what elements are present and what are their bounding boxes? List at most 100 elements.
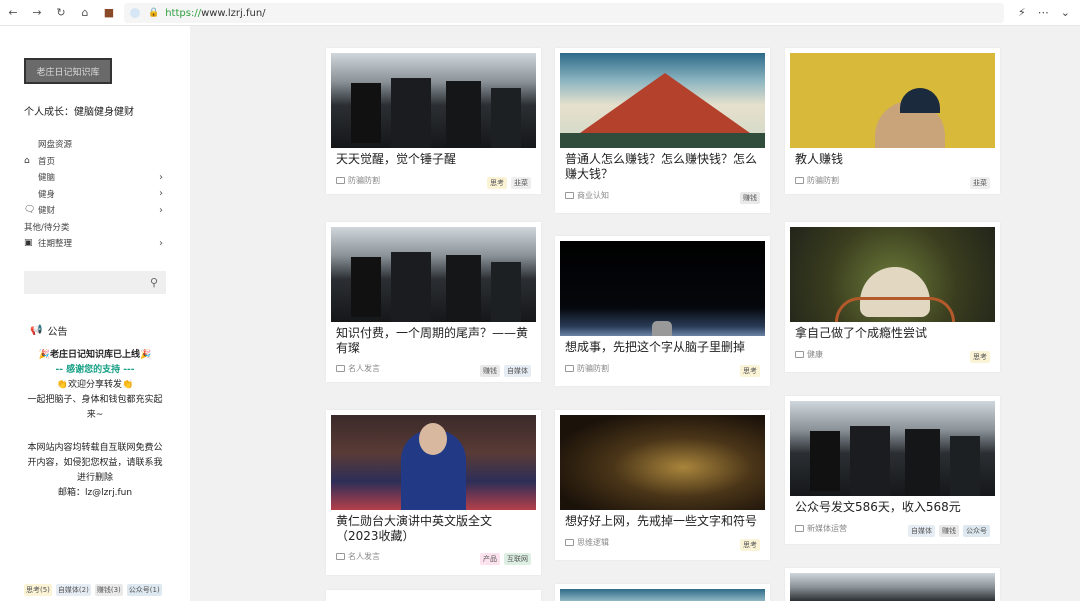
- article-card[interactable]: 黄仁勋台大演讲中英文版全文（2023收藏） 名人发言 产品 互联网: [326, 410, 541, 575]
- tag-badge[interactable]: 赚钱: [480, 365, 500, 377]
- notice-title: 公告: [47, 327, 68, 338]
- sidebar-item-wealth[interactable]: 🗨 健财 ›: [24, 202, 169, 219]
- article-title[interactable]: 知识付费，一个周期的尾声？——黄有璨: [336, 326, 531, 356]
- tag-badge[interactable]: 互联网: [504, 553, 531, 565]
- article-category[interactable]: 新媒体运营: [795, 523, 847, 534]
- article-title[interactable]: 想好好上网，先戒掉一些文字和符号: [565, 514, 760, 529]
- tag-badge[interactable]: 思考: [740, 365, 760, 377]
- more-icon[interactable]: ⋯: [1038, 6, 1049, 19]
- sidebar-item-home[interactable]: ⌂ 首页: [24, 153, 169, 170]
- article-title[interactable]: 公众号发文586天，收入568元: [795, 500, 990, 515]
- tag-link[interactable]: 公众号(1): [126, 584, 162, 596]
- article-category[interactable]: 名人发言: [336, 551, 380, 562]
- tag-badge[interactable]: 自媒体: [908, 525, 935, 537]
- article-card[interactable]: 天天觉醒，觉个锤子醒 防骗防割 思考 韭菜: [326, 48, 541, 194]
- forward-icon[interactable]: →: [30, 6, 44, 20]
- lock-icon: 🔒: [148, 8, 160, 18]
- tag-badge[interactable]: 产品: [480, 553, 500, 565]
- article-category[interactable]: 商业认知: [565, 190, 609, 201]
- article-card-partial[interactable]: [555, 584, 770, 601]
- article-category[interactable]: 防骗防割: [336, 175, 380, 186]
- article-card[interactable]: 拿自己做了个成瘾性尝试 健康 思考: [785, 222, 1000, 372]
- sidebar-item-body[interactable]: 健身 ›: [24, 186, 169, 203]
- tag-badge[interactable]: 思考: [487, 177, 507, 189]
- red-fuji-painting-image[interactable]: [560, 53, 765, 148]
- article-card[interactable]: 知识付费，一个周期的尾声？——黄有璨 名人发言 赚钱 自媒体: [326, 222, 541, 382]
- sidebar-item-label: 网盘资源: [38, 140, 73, 151]
- article-card[interactable]: 想好好上网，先戒掉一些文字和符号 思维逻辑 思考: [555, 410, 770, 560]
- chevron-right-icon: ›: [159, 204, 163, 216]
- article-card-partial[interactable]: [326, 590, 541, 601]
- portrait-painting-image[interactable]: [790, 53, 995, 148]
- article-card[interactable]: 普通人怎么赚钱？怎么赚快钱？怎么赚大钱？ 商业认知 赚钱: [555, 48, 770, 213]
- tag-badge[interactable]: 赚钱: [939, 525, 959, 537]
- article-title[interactable]: 拿自己做了个成瘾性尝试: [795, 326, 990, 341]
- article-title[interactable]: 想成事，先把这个字从脑子里删掉: [565, 340, 760, 355]
- article-title[interactable]: 黄仁勋台大演讲中英文版全文（2023收藏）: [336, 514, 531, 544]
- briefcase-icon[interactable]: ■: [102, 6, 116, 20]
- article-badges: 韭菜: [970, 177, 990, 189]
- tag-badge[interactable]: 思考: [970, 351, 990, 363]
- article-badges: 思考: [740, 539, 760, 551]
- server-rack-image[interactable]: [790, 401, 995, 496]
- sidebar-item-cloud[interactable]: 网盘资源: [24, 136, 169, 153]
- server-rack-image[interactable]: [331, 227, 536, 322]
- server-rack-image[interactable]: [331, 53, 536, 148]
- site-favicon-icon: [130, 8, 140, 18]
- tag-link[interactable]: 思考(5): [24, 584, 52, 596]
- notice-header: 📢 公告: [30, 323, 67, 338]
- sidebar-item-other[interactable]: 其他/待分类: [24, 219, 169, 236]
- reload-icon[interactable]: ↻: [54, 6, 68, 20]
- tag-badge[interactable]: 思考: [740, 539, 760, 551]
- sidebar-item-label: 健身: [38, 189, 56, 200]
- article-title[interactable]: 天天觉醒，觉个锤子醒: [336, 152, 531, 167]
- back-icon[interactable]: ←: [6, 6, 20, 20]
- category-label: 防骗防割: [577, 364, 609, 373]
- article-category[interactable]: 名人发言: [336, 363, 380, 374]
- sidebar-item-label: 首页: [38, 156, 56, 167]
- tag-badge[interactable]: 赚钱: [740, 192, 760, 204]
- article-badges: 自媒体 赚钱 公众号: [908, 525, 990, 537]
- site-logo-button[interactable]: 老庄日记知识库: [24, 58, 112, 84]
- article-category[interactable]: 思维逻辑: [565, 537, 609, 548]
- unicorn-tapestry-image[interactable]: [790, 227, 995, 322]
- sidebar-item-archive[interactable]: ▣ 往期整理 ›: [24, 235, 169, 252]
- tag-link[interactable]: 赚钱(3): [94, 584, 123, 596]
- sidebar-item-brain[interactable]: 健脑 ›: [24, 169, 169, 186]
- chevron-down-icon[interactable]: ⌄: [1061, 6, 1070, 19]
- tag-badge[interactable]: 公众号: [963, 525, 990, 537]
- article-title[interactable]: 普通人怎么赚钱？怎么赚快钱？怎么赚大钱？: [565, 152, 760, 182]
- ceremony-photo-image[interactable]: [331, 415, 536, 510]
- sidebar-item-label: 其他/待分类: [24, 222, 70, 233]
- article-badges: 产品 互联网: [480, 553, 531, 565]
- search-icon[interactable]: ⚲: [150, 276, 158, 289]
- folder-icon: [565, 539, 574, 546]
- article-category[interactable]: 防骗防割: [565, 363, 609, 374]
- folder-icon: [565, 365, 574, 372]
- sidebar-item-label: 往期整理: [38, 239, 73, 250]
- notice-line: 👏欢迎分享转发👏: [56, 380, 134, 390]
- article-badges: 赚钱 自媒体: [480, 365, 531, 377]
- tag-badge[interactable]: 韭菜: [511, 177, 531, 189]
- article-card-partial[interactable]: [785, 568, 1000, 601]
- article-card[interactable]: 公众号发文586天，收入568元 新媒体运营 自媒体 赚钱 公众号: [785, 396, 1000, 544]
- night-watch-painting-image[interactable]: [560, 415, 765, 510]
- address-bar[interactable]: 🔒 https://www.lzrj.fun/: [124, 3, 1004, 23]
- url-host: www.lzrj.fun/: [201, 7, 266, 19]
- notice-line: 一起把脑子、身体和钱包都充实起来~: [27, 395, 163, 420]
- tag-badge[interactable]: 韭菜: [970, 177, 990, 189]
- article-card[interactable]: 教人赚钱 防骗防割 韭菜: [785, 48, 1000, 194]
- chat-icon: 🗨: [24, 205, 36, 216]
- article-category[interactable]: 健康: [795, 349, 823, 360]
- tag-badge[interactable]: 自媒体: [504, 365, 531, 377]
- article-title[interactable]: 教人赚钱: [795, 152, 990, 167]
- home-icon[interactable]: ⌂: [78, 6, 92, 20]
- lightning-icon[interactable]: ⚡: [1018, 6, 1026, 19]
- astronaut-space-image[interactable]: [560, 241, 765, 336]
- chevron-right-icon: ›: [159, 237, 163, 249]
- tag-link[interactable]: 自媒体(2): [55, 584, 91, 596]
- folder-icon: [336, 365, 345, 372]
- search-input[interactable]: ⚲: [24, 271, 166, 294]
- article-category[interactable]: 防骗防割: [795, 175, 839, 186]
- article-card[interactable]: 想成事，先把这个字从脑子里删掉 防骗防割 思考: [555, 236, 770, 386]
